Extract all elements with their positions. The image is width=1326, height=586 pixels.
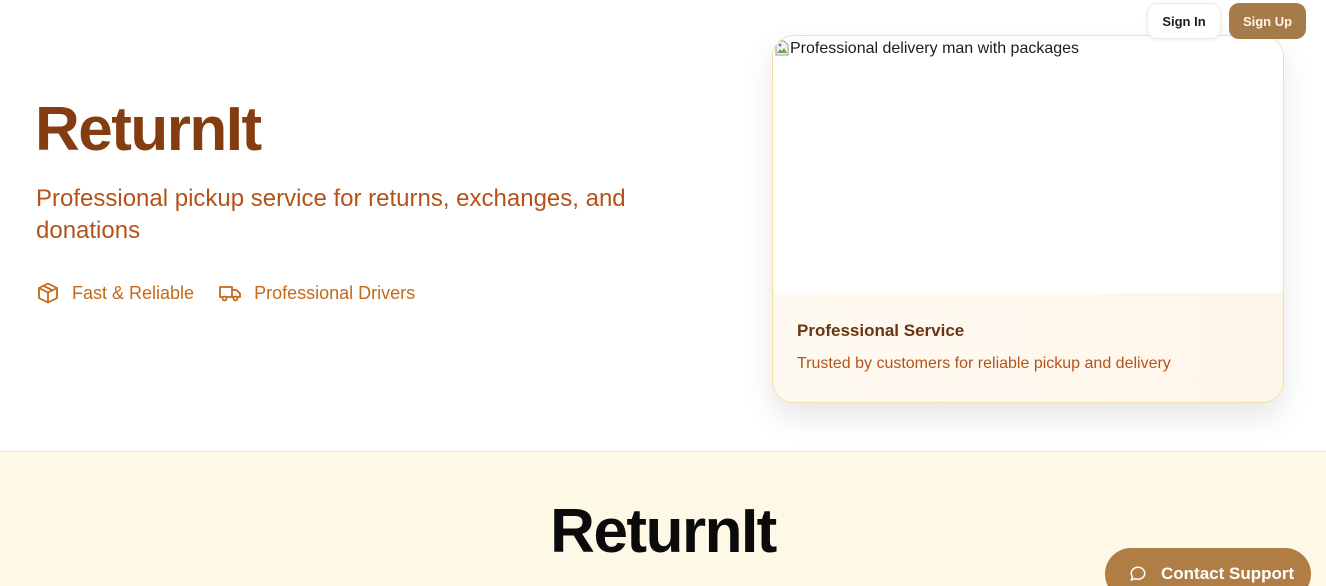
brand-title: ReturnIt <box>35 95 262 164</box>
sign-up-button[interactable]: Sign Up <box>1229 3 1306 39</box>
hero-tagline: Professional pickup service for returns,… <box>36 185 626 244</box>
delivery-image: Professional delivery man with packages <box>773 36 1283 293</box>
image-alt-text: Professional delivery man with packages <box>790 40 1080 57</box>
truck-icon <box>218 281 242 305</box>
feature-label: Fast & Reliable <box>72 282 195 303</box>
package-icon <box>36 281 60 305</box>
card-footer: Professional Service Trusted by customer… <box>773 293 1283 402</box>
sign-in-button[interactable]: Sign In <box>1147 3 1221 39</box>
hero-section: ReturnIt Professional pickup service for… <box>0 0 1326 450</box>
auth-buttons: Sign In Sign Up <box>1147 3 1306 39</box>
service-card: Professional delivery man with packages … <box>772 35 1284 403</box>
support-label: Contact Support <box>1161 564 1295 583</box>
feature-list: Fast & Reliable Professional Drivers <box>36 281 439 305</box>
card-title: Professional Service <box>797 321 965 340</box>
feature-fast-reliable: Fast & Reliable <box>36 281 194 305</box>
chat-bubble-icon <box>1129 565 1147 583</box>
card-description: Trusted by customers for reliable pickup… <box>797 355 1171 372</box>
broken-image-icon <box>775 40 789 56</box>
contact-support-button[interactable]: Contact Support <box>1105 548 1311 586</box>
feature-label: Professional Drivers <box>254 282 416 303</box>
feature-professional-drivers: Professional Drivers <box>218 281 415 305</box>
